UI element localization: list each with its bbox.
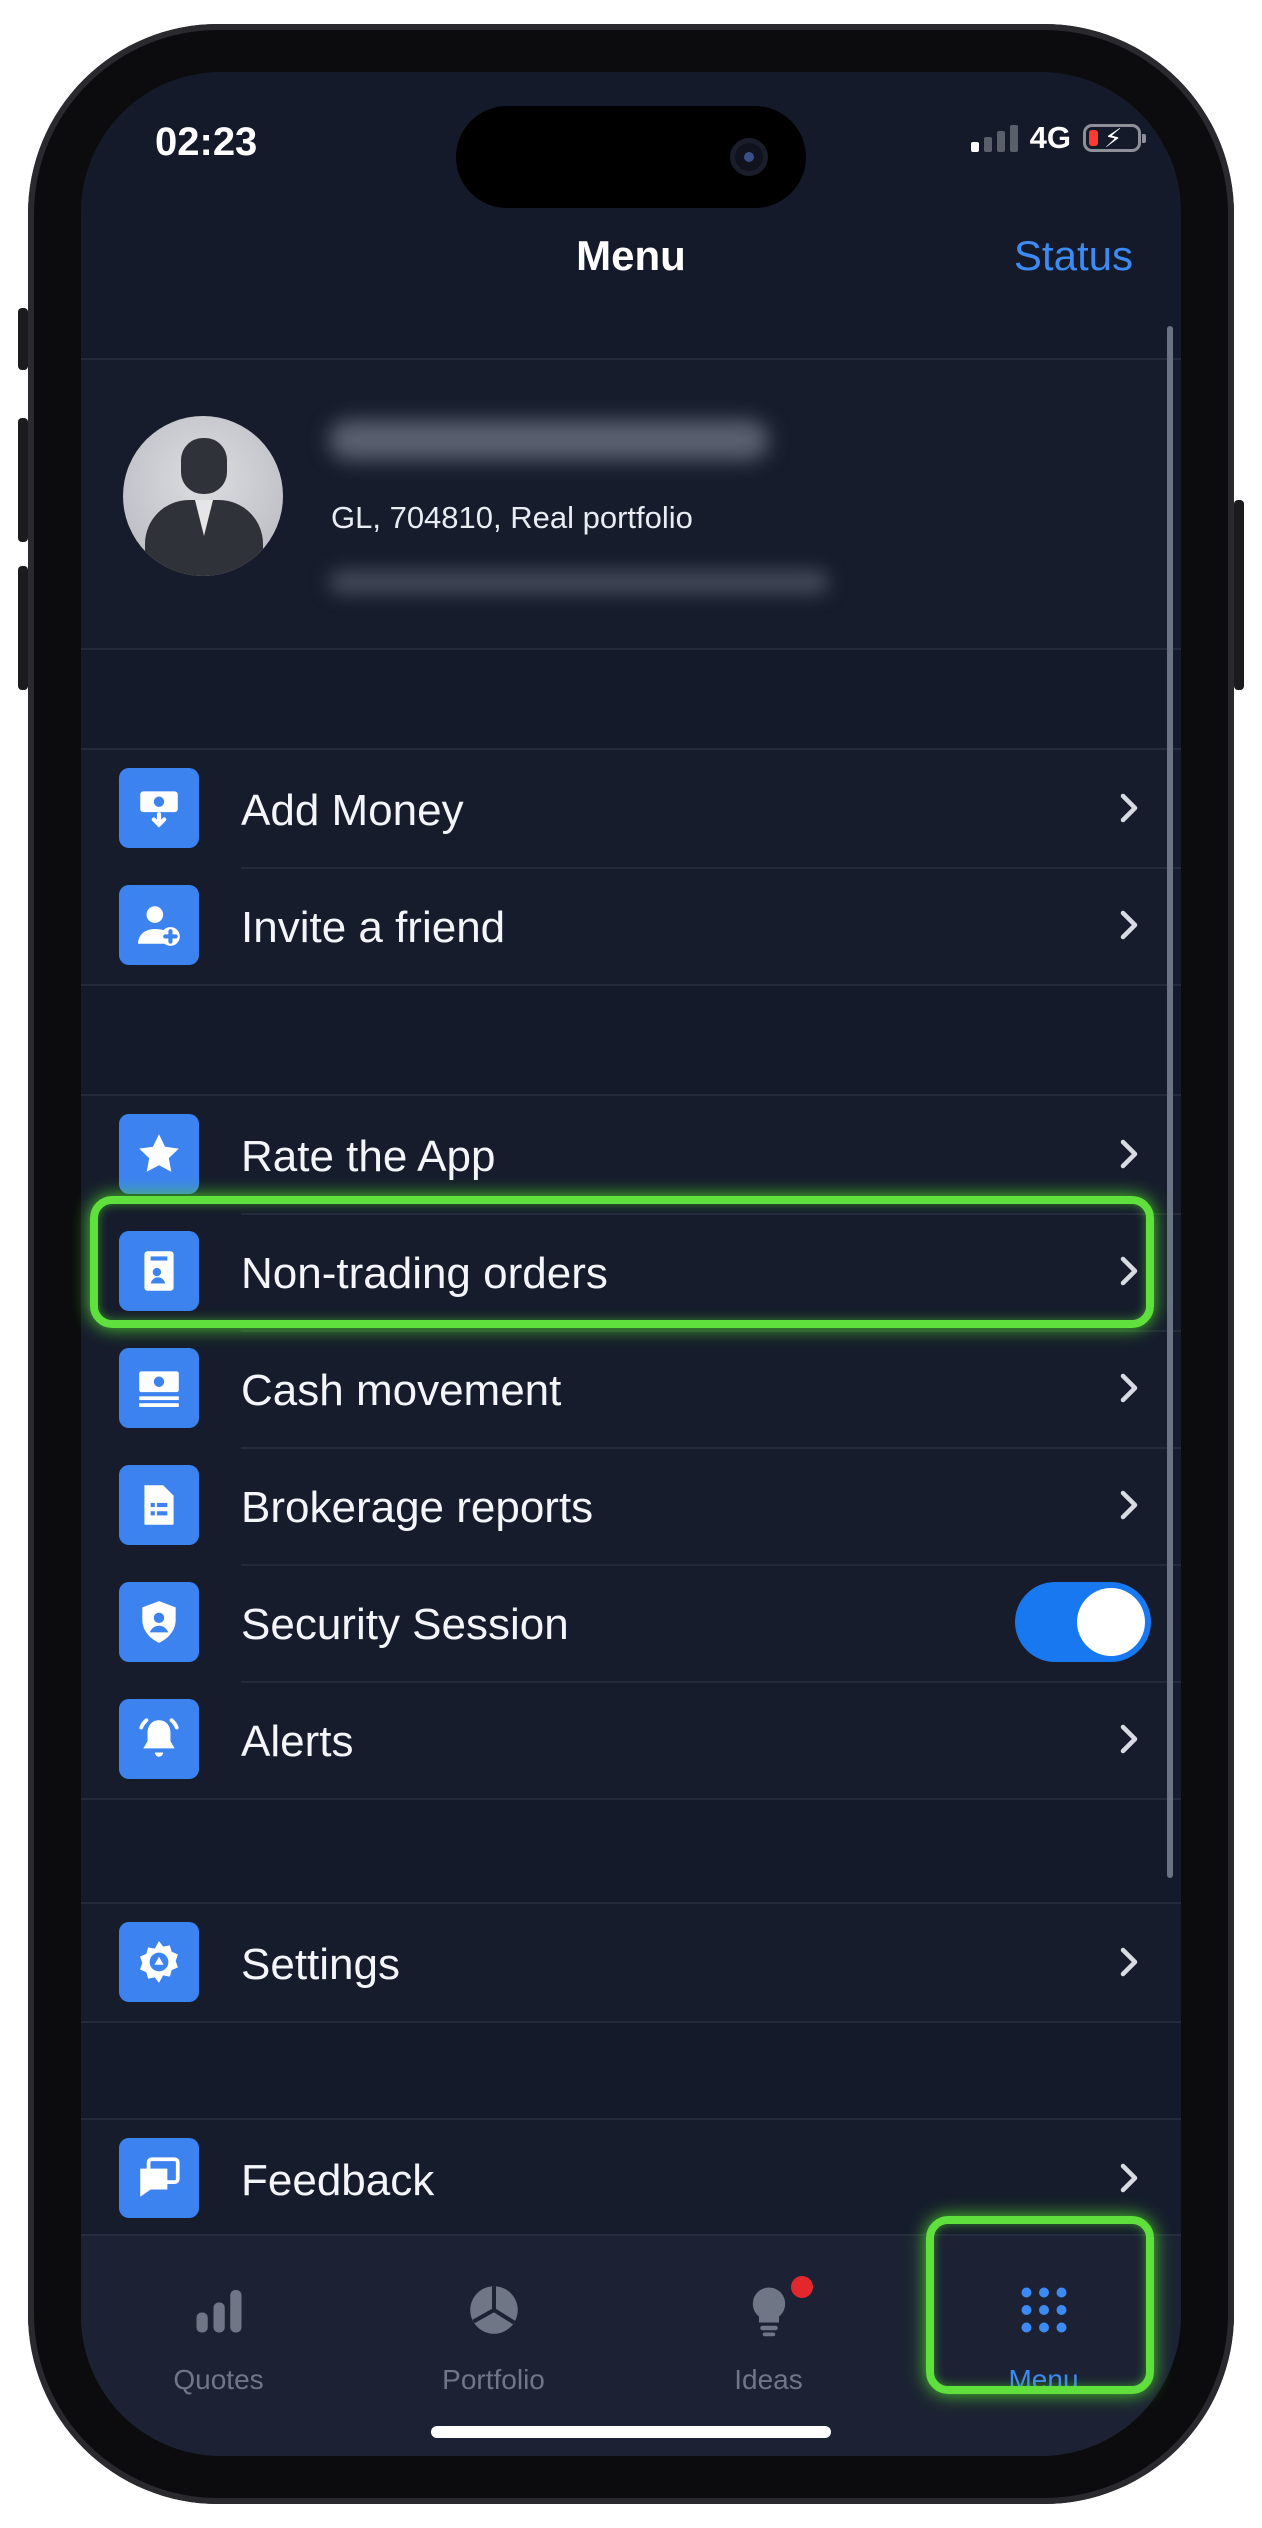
settings-group: Settings	[81, 1902, 1181, 2023]
lightbulb-icon	[752, 2287, 785, 2337]
tab-label: Portfolio	[442, 2364, 545, 2395]
shield-user-icon	[119, 1582, 199, 1662]
report-document-icon	[119, 1465, 199, 1545]
menu-item-label: Feedback	[241, 2156, 435, 2205]
chat-icon	[119, 2138, 199, 2218]
volume-down-button	[18, 566, 28, 690]
profile-card[interactable]: GL, 704810, Real portfolio	[81, 360, 1181, 650]
tab-portfolio[interactable]: Portfolio	[356, 2236, 631, 2456]
menu-item-settings[interactable]: Settings	[81, 1904, 1181, 2021]
home-indicator	[431, 2426, 831, 2438]
security-session-toggle[interactable]	[1015, 1582, 1151, 1662]
menu-item-label: Cash movement	[241, 1366, 562, 1415]
scrollbar[interactable]	[1167, 326, 1173, 1878]
battery-icon: ⚡	[1083, 124, 1146, 152]
tab-label: Ideas	[734, 2364, 803, 2395]
menu-item-cash-movement[interactable]: Cash movement	[81, 1330, 1181, 1447]
profile-name-redacted	[329, 420, 769, 460]
status-button[interactable]: Status	[1014, 232, 1133, 280]
menu-item-label: Alerts	[241, 1717, 354, 1766]
chevron-right-icon	[1120, 1373, 1138, 1403]
volume-up-button	[18, 418, 28, 542]
chevron-right-icon	[1120, 1490, 1138, 1520]
profile-account: GL, 704810, Real portfolio	[331, 500, 693, 535]
menu-item-brokerage-reports[interactable]: Brokerage reports	[81, 1447, 1181, 1564]
bell-icon	[119, 1699, 199, 1779]
chevron-right-icon	[1120, 1947, 1138, 1977]
camera-icon	[730, 138, 768, 176]
menu-item-label: Invite a friend	[241, 903, 506, 952]
add-money-icon	[119, 768, 199, 848]
status-indicators: 4G ⚡	[970, 120, 1146, 156]
menu-item-security-session: Security Session	[81, 1564, 1181, 1681]
avatar	[123, 416, 283, 576]
dynamic-island	[456, 106, 806, 208]
status-time: 02:23	[155, 120, 258, 164]
signal-icon	[970, 124, 1018, 152]
menu-item-label: Brokerage reports	[241, 1483, 594, 1532]
menu-item-label: Settings	[241, 1940, 400, 1989]
chevron-right-icon	[1120, 1724, 1138, 1754]
action-button	[18, 308, 28, 370]
money-group: Add Money Invite a friend	[81, 748, 1181, 986]
menu-item-alerts[interactable]: Alerts	[81, 1681, 1181, 1798]
menu-item-invite-friend[interactable]: Invite a friend	[81, 867, 1181, 984]
menu-item-label: Rate the App	[241, 1132, 496, 1181]
notification-badge	[791, 2276, 813, 2298]
network-type: 4G	[1029, 120, 1071, 155]
menu-item-label: Security Session	[241, 1600, 569, 1649]
star-icon	[119, 1114, 199, 1194]
chevron-right-icon	[1120, 1139, 1138, 1169]
toggle-knob	[1077, 1588, 1145, 1656]
cash-icon	[119, 1348, 199, 1428]
bar-chart-icon	[196, 2290, 241, 2333]
profile-email-redacted	[329, 570, 829, 594]
menu-item-add-money[interactable]: Add Money	[81, 750, 1181, 867]
tab-label: Quotes	[173, 2364, 264, 2395]
chevron-right-icon	[1120, 2163, 1138, 2193]
chevron-right-icon	[1120, 910, 1138, 940]
invite-friend-icon	[119, 885, 199, 965]
pie-chart-icon	[469, 2286, 518, 2334]
chevron-right-icon	[1120, 793, 1138, 823]
highlight-non-trading-orders	[90, 1196, 1154, 1328]
power-button	[1234, 500, 1244, 690]
menu-item-label: Add Money	[241, 786, 464, 835]
tab-quotes[interactable]: Quotes	[81, 2236, 356, 2456]
gear-icon	[119, 1922, 199, 2002]
highlight-menu-tab	[926, 2216, 1154, 2394]
tab-ideas[interactable]: Ideas	[631, 2236, 906, 2456]
